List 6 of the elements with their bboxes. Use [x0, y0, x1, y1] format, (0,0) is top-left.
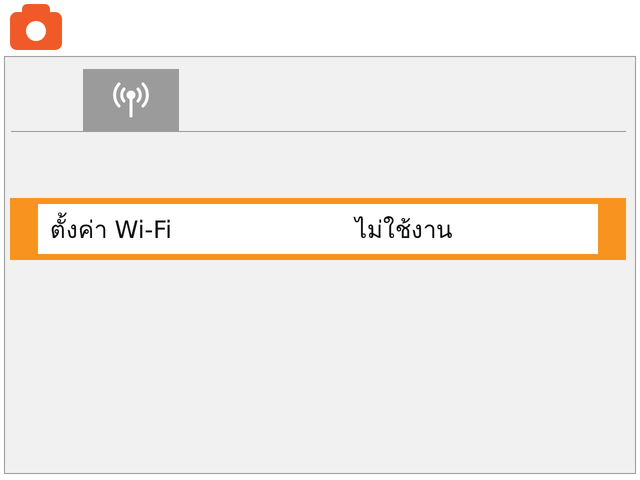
camera-icon — [10, 4, 62, 50]
antenna-icon — [111, 81, 151, 119]
setting-value: ไม่ใช้งาน — [355, 214, 452, 246]
wifi-tab[interactable] — [83, 69, 179, 131]
menu-item[interactable]: ตั้งค่า Wi-Fi ไม่ใช้งาน — [10, 198, 626, 260]
setting-label: ตั้งค่า Wi-Fi — [50, 210, 355, 248]
